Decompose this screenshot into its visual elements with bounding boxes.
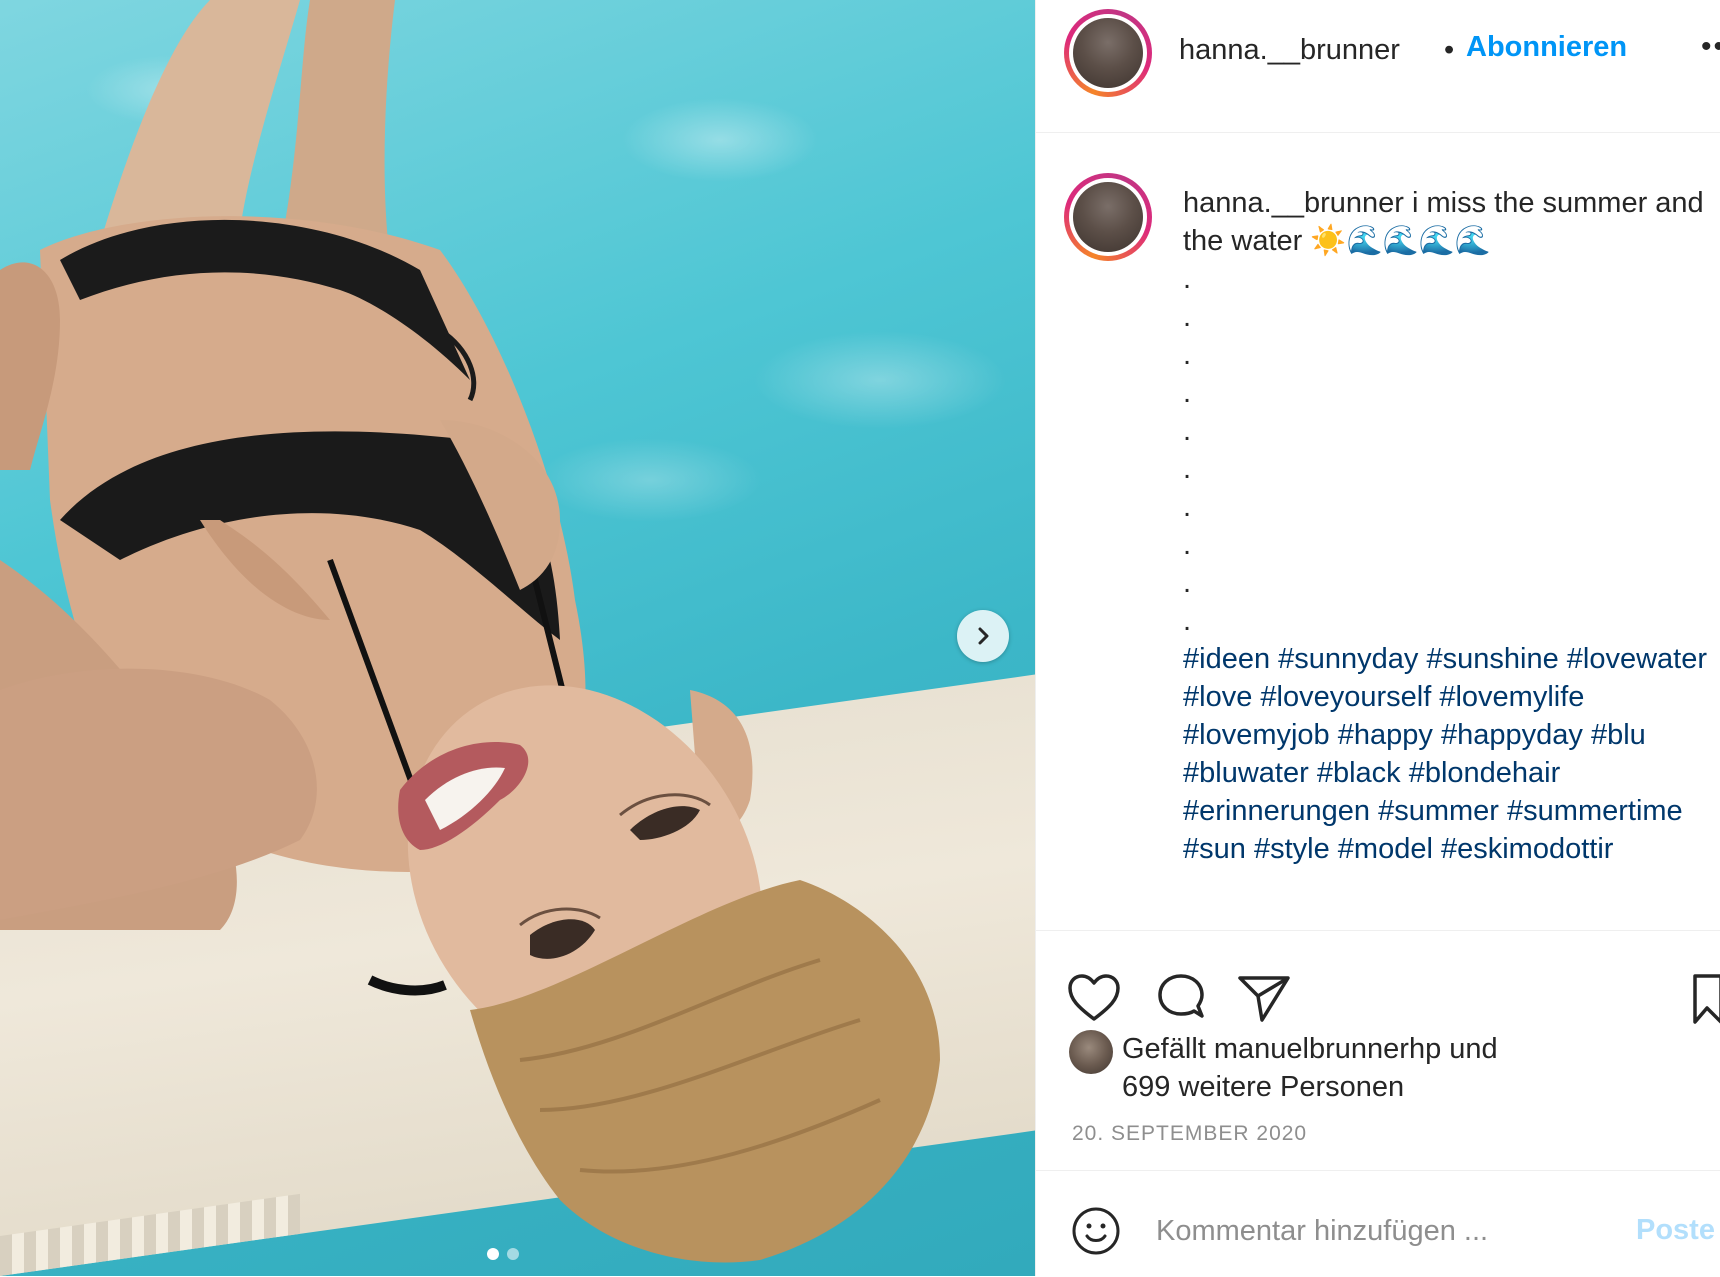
caption-username[interactable]: hanna.__brunner <box>1183 187 1404 219</box>
post-date[interactable]: 20. SEPTEMBER 2020 <box>1072 1122 1307 1146</box>
post-actions: Gefällt manuelbrunnerhp und 699 weitere … <box>1036 930 1720 1170</box>
caption-avatar-image <box>1073 182 1143 252</box>
chevron-right-icon <box>978 627 989 645</box>
caption-dot-line: . <box>1183 529 1192 561</box>
hashtag-link[interactable]: #lovewater <box>1567 643 1707 675</box>
hashtag-link[interactable]: #sun <box>1183 833 1246 865</box>
caption-dot-line: . <box>1183 339 1192 371</box>
likes-line-1: Gefällt manuelbrunnerhp und <box>1122 1033 1498 1065</box>
comment-input[interactable] <box>1154 1205 1598 1257</box>
hashtag-link[interactable]: #sunshine <box>1427 643 1559 675</box>
caption-hashtags: #ideen #sunnyday #sunshine #lovewater #l… <box>1183 640 1713 868</box>
comment-bar: Poste <box>1036 1170 1720 1277</box>
hashtag-link[interactable]: #model <box>1338 833 1433 865</box>
caption-dot-line: . <box>1183 263 1192 295</box>
smiley-icon[interactable] <box>1070 1205 1122 1257</box>
bookmark-icon[interactable] <box>1691 972 1720 1028</box>
likes-line-2: 699 weitere Personen <box>1122 1071 1405 1103</box>
author-username[interactable]: hanna.__brunner <box>1179 34 1400 67</box>
follow-button[interactable]: Abonnieren <box>1466 31 1627 64</box>
comment-icon[interactable] <box>1154 972 1208 1026</box>
carousel-indicator <box>487 1248 519 1260</box>
caption-author-avatar[interactable] <box>1064 173 1152 261</box>
hashtag-link[interactable]: #summertime <box>1507 795 1683 827</box>
post-header: hanna.__brunner • Abonnieren •• <box>1036 0 1720 133</box>
hashtag-link[interactable]: #loveyourself <box>1260 681 1431 713</box>
carousel-dot-active <box>487 1248 499 1260</box>
likes-summary[interactable]: Gefällt manuelbrunnerhp und 699 weitere … <box>1122 1030 1682 1106</box>
hashtag-link[interactable]: #blu <box>1591 719 1646 751</box>
caption-dot-line: . <box>1183 377 1192 409</box>
hashtag-link[interactable]: #erinnerungen <box>1183 795 1370 827</box>
carousel-dot <box>507 1248 519 1260</box>
photo-subject <box>0 0 940 1263</box>
caption-dot-line: . <box>1183 453 1192 485</box>
hashtag-link[interactable]: #sunnyday <box>1278 643 1418 675</box>
hashtag-link[interactable]: #lovemylife <box>1439 681 1584 713</box>
caption-dot-line: . <box>1183 415 1192 447</box>
hashtag-link[interactable]: #love <box>1183 681 1252 713</box>
post-sidebar: hanna.__brunner • Abonnieren •• hanna.__… <box>1035 0 1720 1276</box>
author-avatar-image <box>1073 18 1143 88</box>
caption-body: hanna.__brunner i miss the summer and th… <box>1183 184 1713 868</box>
hashtag-link[interactable]: #black <box>1317 757 1401 789</box>
carousel-next-button[interactable] <box>957 610 1009 662</box>
author-avatar[interactable] <box>1064 9 1152 97</box>
more-options-icon[interactable]: •• <box>1701 30 1720 64</box>
header-separator: • <box>1444 34 1455 66</box>
post-caption: hanna.__brunner i miss the summer and th… <box>1036 132 1720 931</box>
caption-dot-line: . <box>1183 605 1192 637</box>
heart-icon[interactable] <box>1066 972 1122 1024</box>
hashtag-link[interactable]: #summer <box>1378 795 1499 827</box>
hashtag-link[interactable]: #happyday <box>1441 719 1583 751</box>
post-comment-button[interactable]: Poste <box>1636 1214 1715 1247</box>
post-photo[interactable] <box>0 0 1035 1276</box>
hashtag-link[interactable]: #eskimodottir <box>1441 833 1613 865</box>
paper-plane-icon[interactable] <box>1236 972 1292 1024</box>
liker-avatar[interactable] <box>1069 1030 1113 1074</box>
caption-dot-lines: .......... <box>1183 260 1713 640</box>
hashtag-link[interactable]: #happy <box>1338 719 1433 751</box>
caption-dot-line: . <box>1183 567 1192 599</box>
hashtag-link[interactable]: #ideen <box>1183 643 1270 675</box>
hashtag-link[interactable]: #style <box>1254 833 1330 865</box>
hashtag-link[interactable]: #blondehair <box>1409 757 1561 789</box>
hashtag-link[interactable]: #lovemyjob <box>1183 719 1330 751</box>
hashtag-link[interactable]: #bluwater <box>1183 757 1309 789</box>
caption-dot-line: . <box>1183 491 1192 523</box>
caption-dot-line: . <box>1183 301 1192 333</box>
